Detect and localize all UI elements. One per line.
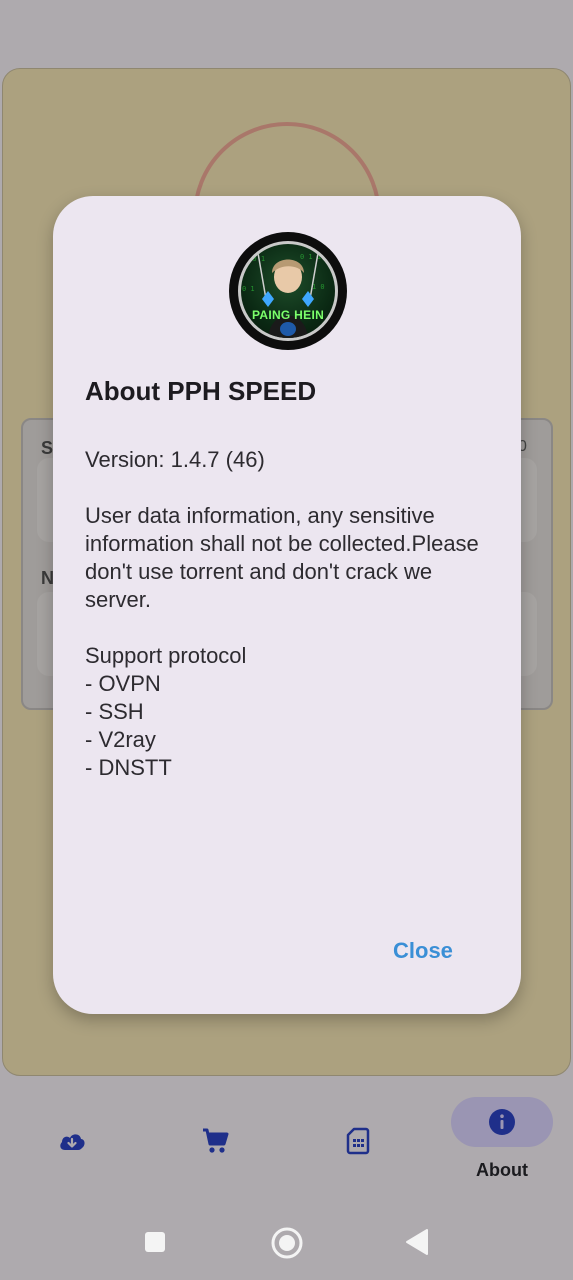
nav-item-about[interactable] <box>451 1097 553 1147</box>
nav-item-shop[interactable] <box>143 1082 286 1202</box>
avatar-label: PAING HEIN <box>251 308 325 322</box>
protocol-item: - OVPN <box>85 671 161 696</box>
protocol-item: - SSH <box>85 699 144 724</box>
version-text: Version: 1.4.7 (46) <box>85 447 265 472</box>
nav-item-download[interactable] <box>0 1082 143 1202</box>
description-text: User data information, any sensitive inf… <box>85 503 479 612</box>
protocol-item: - DNSTT <box>85 755 172 780</box>
protocol-item: - V2ray <box>85 727 156 752</box>
cart-icon <box>200 1126 230 1156</box>
about-dialog: 1 0 1 0 1 1 0 1 1 0 PAING HEIN About PPH… <box>53 196 521 1014</box>
avatar-image: 1 0 1 0 1 1 0 1 1 0 PAING HEIN <box>238 241 338 341</box>
sim-card-icon <box>343 1126 373 1156</box>
home-icon[interactable] <box>270 1226 304 1260</box>
svg-text:0 1: 0 1 <box>242 285 255 293</box>
nav-item-sim[interactable] <box>286 1082 429 1202</box>
info-icon <box>488 1108 516 1136</box>
svg-text:1 0: 1 0 <box>312 283 325 291</box>
protocol-header: Support protocol <box>85 643 247 668</box>
dialog-body: Version: 1.4.7 (46) User data informatio… <box>85 446 495 782</box>
close-button[interactable]: Close <box>393 938 453 964</box>
dialog-title: About PPH SPEED <box>85 376 317 406</box>
system-nav-bar <box>0 1202 573 1280</box>
avatar: 1 0 1 0 1 1 0 1 1 0 PAING HEIN <box>229 232 347 350</box>
back-icon[interactable] <box>404 1228 430 1256</box>
cloud-download-icon <box>57 1126 87 1156</box>
svg-text:1 0 1: 1 0 1 <box>244 255 265 263</box>
nav-label-about: About <box>476 1160 528 1180</box>
recents-icon[interactable] <box>144 1231 166 1253</box>
panel-label-s: S <box>41 438 54 458</box>
